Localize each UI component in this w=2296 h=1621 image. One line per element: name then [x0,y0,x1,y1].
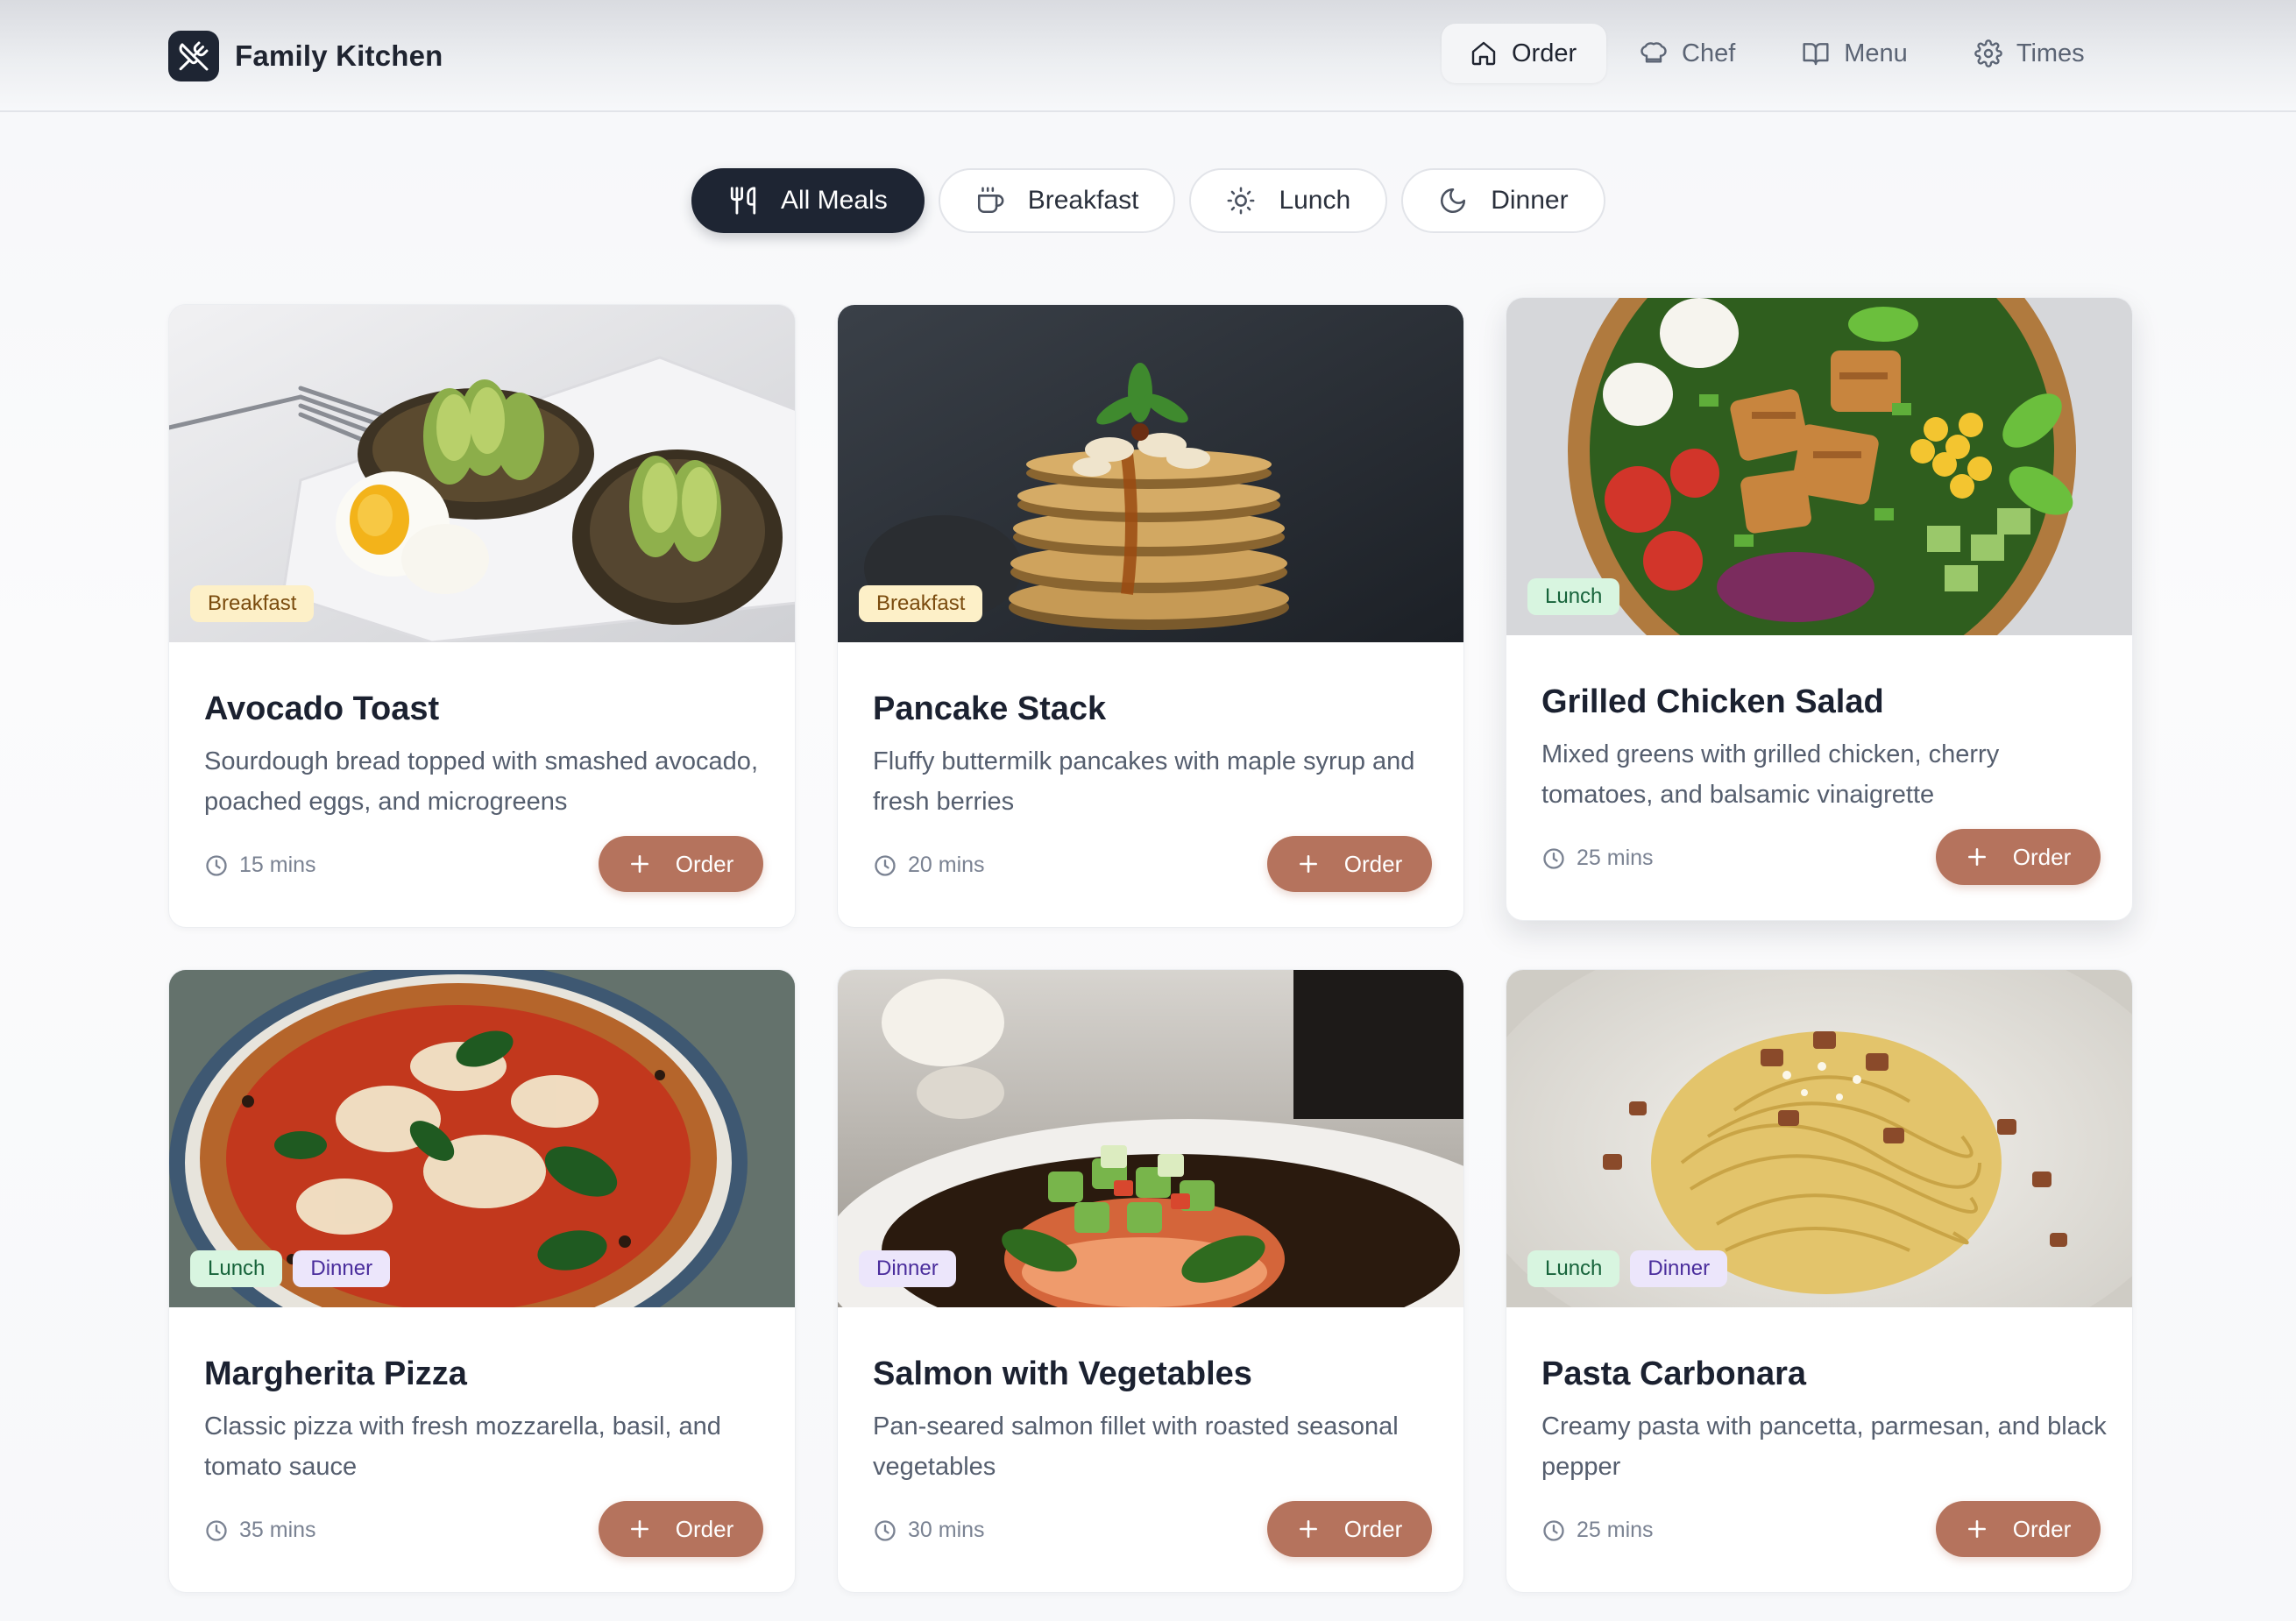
nav-menu-label: Menu [1844,39,1908,67]
prep-time: 20 mins [873,853,985,878]
app-name: Family Kitchen [235,39,443,72]
meal-title: Salmon with Vegetables [873,1356,1252,1392]
meal-description: Sourdough bread topped with smashed avoc… [204,747,758,816]
plus-icon [1966,846,1988,868]
meal-title: Margherita Pizza [204,1356,467,1392]
prep-time-value: 15 mins [239,853,316,877]
tag-list: Lunch Dinner [190,1250,400,1287]
clock-icon [204,1518,229,1543]
clock-icon [873,853,897,878]
order-button[interactable]: Order [599,1501,763,1557]
clock-icon [873,1518,897,1543]
meal-card: Breakfast Pancake Stack Fluffy buttermil… [837,304,1464,928]
filter-breakfast[interactable]: Breakfast [938,168,1176,233]
nav-times-label: Times [2016,39,2085,67]
prep-time-value: 35 mins [239,1518,316,1542]
prep-time: 35 mins [204,1518,316,1543]
order-button-label: Order [675,1515,734,1542]
prep-time: 15 mins [204,853,316,878]
meal-description: Pan-seared salmon fillet with roasted se… [873,1412,1399,1481]
home-icon [1470,39,1498,67]
nav-chef-label: Chef [1682,39,1736,67]
tag-breakfast: Breakfast [859,585,983,622]
tag-list: Breakfast [190,585,324,622]
plus-icon [1297,1518,1320,1540]
tag-dinner: Dinner [1630,1250,1728,1287]
plus-icon [1297,853,1320,875]
tag-list: Breakfast [859,585,993,622]
order-button-label: Order [1343,850,1403,877]
tag-lunch: Lunch [1527,578,1620,615]
meal-card: Lunch Grilled Chicken Salad Mixed greens… [1506,297,2133,921]
order-button-label: Order [675,850,734,877]
meal-filters: All Meals Breakfast Lunch Dinner [691,168,1619,233]
moon-icon [1438,186,1468,216]
meal-title: Avocado Toast [204,690,440,727]
filter-all-meals[interactable]: All Meals [691,168,925,233]
order-button[interactable]: Order [1267,836,1432,892]
prep-time-value: 25 mins [1577,846,1654,870]
meal-title: Grilled Chicken Salad [1541,683,1884,720]
meal-title: Pancake Stack [873,690,1107,727]
tag-lunch: Lunch [190,1250,283,1287]
order-button[interactable]: Order [1936,829,2101,885]
order-button-label: Order [2012,1515,2072,1542]
prep-time: 30 mins [873,1518,985,1543]
meal-card: Breakfast Avocado Toast Sourdough bread … [168,304,796,928]
filter-lunch-label: Lunch [1279,186,1351,215]
nav-chef[interactable]: Chef [1612,24,1763,83]
chef-hat-icon [1640,39,1668,67]
brand[interactable]: Family Kitchen [168,31,443,81]
order-button-label: Order [1343,1515,1403,1542]
coffee-icon [975,186,1005,216]
filter-dinner-label: Dinner [1491,186,1569,215]
tag-dinner: Dinner [293,1250,391,1287]
meal-card: Dinner Salmon with Vegetables Pan-seared… [837,969,1464,1593]
prep-time-value: 30 mins [908,1518,985,1542]
prep-time: 25 mins [1541,846,1654,871]
tag-list: Lunch [1527,578,1630,615]
filter-breakfast-label: Breakfast [1027,186,1139,215]
meal-card: Lunch Dinner Pasta Carbonara Creamy past… [1506,969,2133,1593]
utensils-icon [728,186,758,216]
filter-lunch[interactable]: Lunch [1189,168,1388,233]
tag-list: Lunch Dinner [1527,1250,1738,1287]
order-button[interactable]: Order [1936,1501,2101,1557]
prep-time-value: 25 mins [1577,1518,1654,1542]
nav-order[interactable]: Order [1442,24,1606,83]
meal-card: Lunch Dinner Margherita Pizza Classic pi… [168,969,796,1593]
nav-menu[interactable]: Menu [1774,24,1936,83]
plus-icon [628,1518,651,1540]
meal-description: Creamy pasta with pancetta, parmesan, an… [1541,1412,2107,1481]
nav-order-label: Order [1512,39,1577,67]
tag-breakfast: Breakfast [190,585,315,622]
tag-list: Dinner [859,1250,967,1287]
gear-icon [1974,39,2002,67]
tag-dinner: Dinner [859,1250,956,1287]
meal-title: Pasta Carbonara [1541,1356,1807,1392]
book-icon [1802,39,1830,67]
top-header: Family Kitchen Order Chef Menu Times [0,0,2296,112]
order-button[interactable]: Order [1267,1501,1432,1557]
clock-icon [1541,846,1566,871]
meal-description: Mixed greens with grilled chicken, cherr… [1541,740,2000,809]
filter-all-meals-label: All Meals [781,186,888,215]
order-button[interactable]: Order [599,836,763,892]
filter-dinner[interactable]: Dinner [1401,168,1605,233]
main-nav: Order Chef Menu Times [1442,24,2113,83]
clock-icon [1541,1518,1566,1543]
order-button-label: Order [2012,843,2072,870]
meal-description: Fluffy buttermilk pancakes with maple sy… [873,747,1415,816]
plus-icon [628,853,651,875]
prep-time-value: 20 mins [908,853,985,877]
plus-icon [1966,1518,1988,1540]
tag-lunch: Lunch [1527,1250,1620,1287]
sun-icon [1226,186,1256,216]
meal-description: Classic pizza with fresh mozzarella, bas… [204,1412,721,1481]
prep-time: 25 mins [1541,1518,1654,1543]
utensils-crossed-icon [168,31,219,81]
nav-times[interactable]: Times [1946,24,2113,83]
clock-icon [204,853,229,878]
